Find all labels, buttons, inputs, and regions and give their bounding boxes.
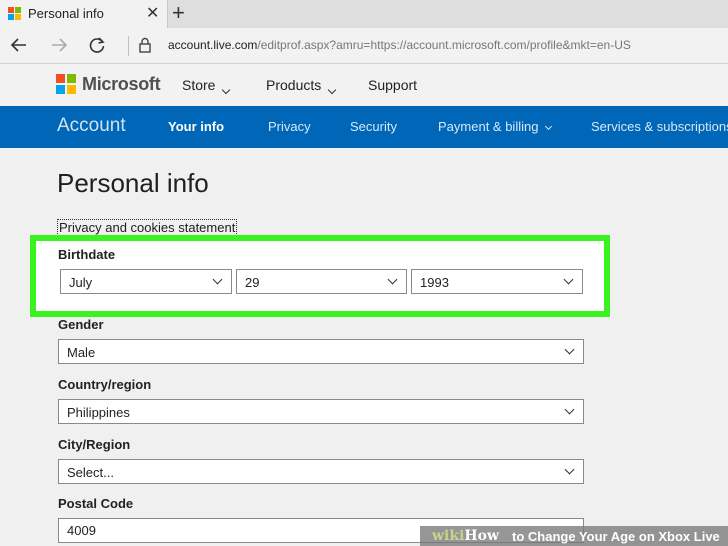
nav-store-label: Store bbox=[182, 77, 216, 93]
microsoft-favicon-icon bbox=[8, 7, 21, 20]
birth-day-select[interactable]: 29 bbox=[236, 269, 407, 294]
account-title[interactable]: Account bbox=[57, 115, 126, 137]
country-label: Country/region bbox=[58, 377, 152, 392]
tab-payment-billing-label: Payment & billing bbox=[438, 119, 539, 134]
address-separator bbox=[128, 36, 129, 56]
tab-services-subscriptions[interactable]: Services & subscriptions bbox=[591, 119, 728, 134]
account-nav-bar: Account Your info Privacy Security Payme… bbox=[0, 106, 728, 148]
refresh-icon[interactable] bbox=[86, 34, 108, 56]
nav-products-label: Products bbox=[266, 77, 322, 93]
birthdate-label: Birthdate bbox=[58, 247, 116, 262]
wikihow-logo-wiki: wiki bbox=[432, 528, 465, 544]
chevron-down-icon bbox=[212, 274, 223, 285]
browser-tab[interactable]: Personal info ✕ bbox=[0, 0, 168, 28]
wikihow-logo-how: How bbox=[464, 528, 500, 544]
forward-arrow-icon[interactable] bbox=[48, 34, 70, 56]
chevron-down-icon bbox=[328, 85, 337, 95]
close-tab-icon[interactable]: ✕ bbox=[146, 3, 159, 23]
url-field[interactable]: account.live.com/editprof.aspx?amru=http… bbox=[168, 38, 631, 52]
city-label: City/Region bbox=[58, 437, 131, 452]
microsoft-logo-icon[interactable] bbox=[56, 74, 76, 94]
gender-select[interactable]: Male bbox=[58, 339, 584, 364]
country-value: Philippines bbox=[67, 405, 130, 420]
url-path: /editprof.aspx?amru=https://account.micr… bbox=[257, 38, 631, 52]
lock-icon[interactable] bbox=[138, 37, 152, 53]
browser-tab-bar: Personal info ✕ + bbox=[0, 0, 728, 28]
microsoft-brand[interactable]: Microsoft bbox=[82, 74, 161, 95]
city-value: Select... bbox=[67, 465, 114, 480]
nav-products[interactable]: Products bbox=[266, 77, 337, 95]
country-select[interactable]: Philippines bbox=[58, 399, 584, 424]
gender-value: Male bbox=[67, 345, 96, 360]
tab-your-info[interactable]: Your info bbox=[168, 119, 224, 134]
city-select[interactable]: Select... bbox=[58, 459, 584, 484]
wikihow-banner: wikiHow to Change Your Age on Xbox Live bbox=[420, 526, 728, 546]
birth-month-select[interactable]: July bbox=[60, 269, 232, 294]
nav-support[interactable]: Support bbox=[368, 77, 417, 93]
new-tab-icon[interactable]: + bbox=[172, 0, 185, 26]
postal-code-label: Postal Code bbox=[58, 496, 134, 511]
birth-month-value: July bbox=[69, 275, 93, 290]
chevron-down-icon bbox=[564, 404, 575, 415]
wikihow-logo: wikiHow bbox=[432, 528, 499, 544]
chevron-down-icon bbox=[222, 85, 231, 95]
tab-payment-billing[interactable]: Payment & billing bbox=[438, 119, 553, 134]
chevron-down-icon bbox=[387, 274, 398, 285]
birth-year-select[interactable]: 1993 bbox=[411, 269, 583, 294]
gender-label: Gender bbox=[58, 317, 104, 332]
chevron-down-icon bbox=[563, 274, 574, 285]
birth-day-value: 29 bbox=[245, 275, 260, 290]
nav-store[interactable]: Store bbox=[182, 77, 231, 95]
tab-title: Personal info bbox=[28, 6, 104, 21]
birth-year-value: 1993 bbox=[420, 275, 449, 290]
back-arrow-icon[interactable] bbox=[8, 34, 30, 56]
chevron-down-icon bbox=[564, 344, 575, 355]
tab-security[interactable]: Security bbox=[350, 119, 397, 134]
microsoft-header: Microsoft Store Products Support bbox=[0, 64, 728, 106]
chevron-down-icon bbox=[545, 122, 553, 131]
chevron-down-icon bbox=[564, 464, 575, 475]
url-domain: account.live.com bbox=[168, 38, 258, 52]
address-bar: account.live.com/editprof.aspx?amru=http… bbox=[0, 28, 728, 64]
wikihow-title: to Change Your Age on Xbox Live bbox=[512, 529, 720, 544]
tab-privacy[interactable]: Privacy bbox=[268, 119, 311, 134]
